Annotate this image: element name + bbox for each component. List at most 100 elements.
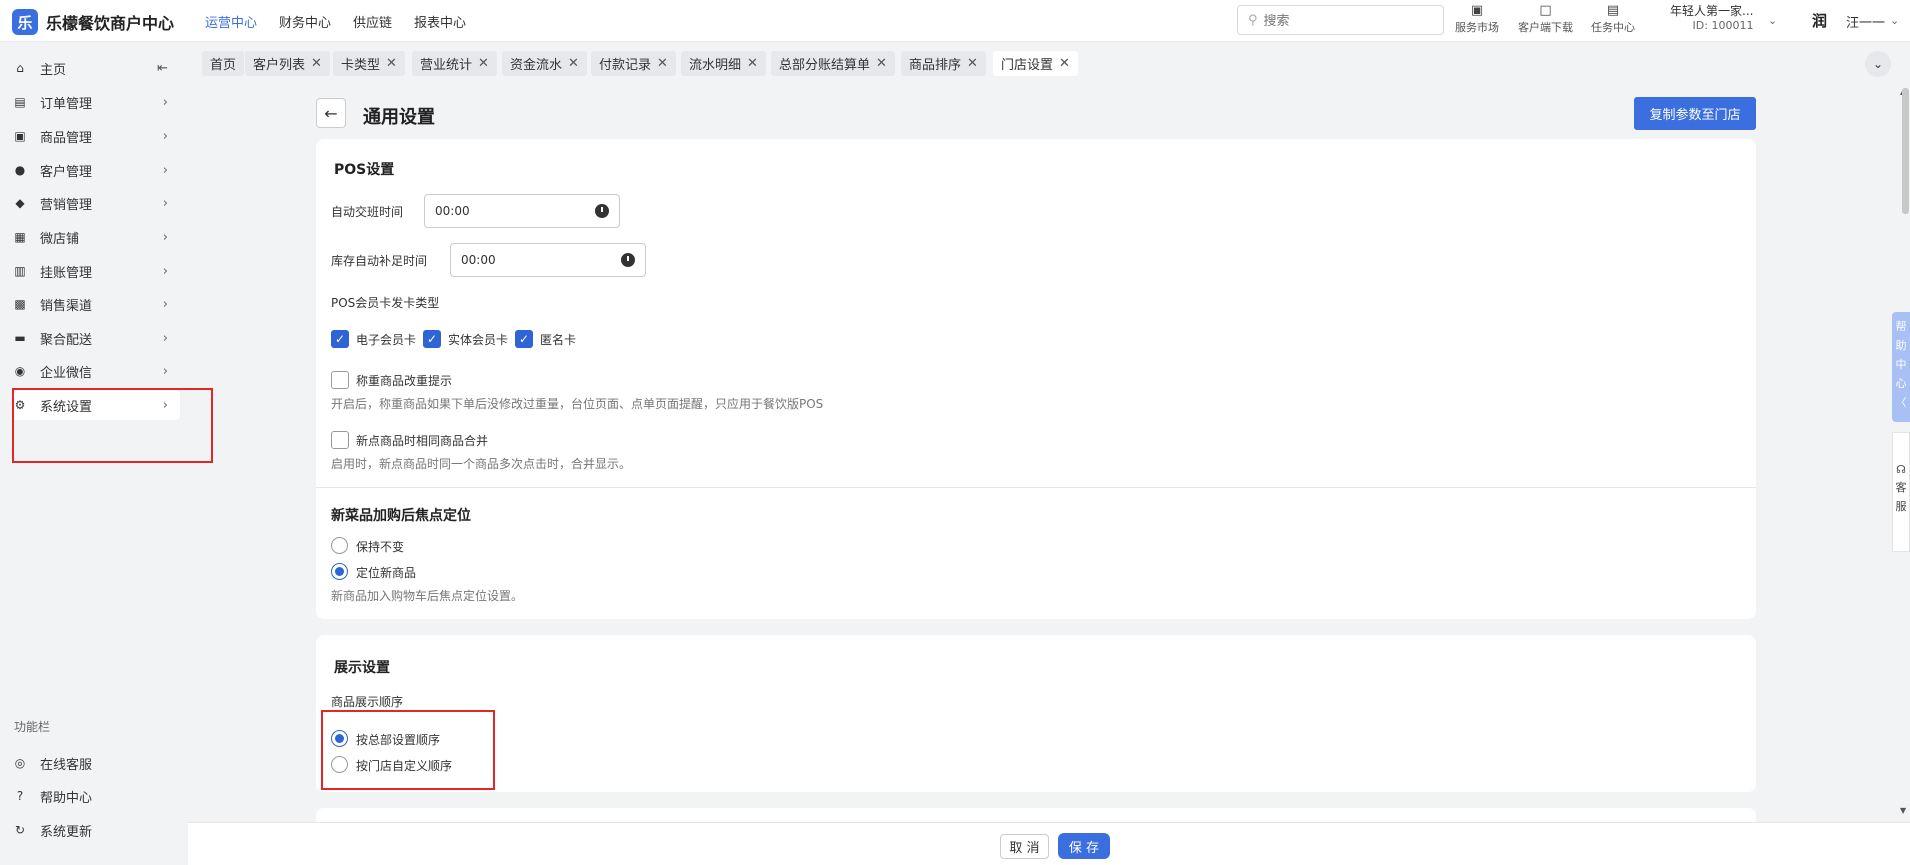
help-center-float[interactable]: 帮 助 中 心 〈 bbox=[1892, 312, 1910, 422]
sidebar-item-system-update[interactable]: ↻ 系统更新 bbox=[12, 815, 180, 845]
tab-customer-list[interactable]: 客户列表 ✕ bbox=[245, 51, 330, 76]
close-icon[interactable]: ✕ bbox=[1059, 56, 1070, 71]
user-name[interactable]: 汪一一 bbox=[1846, 12, 1885, 31]
pos-settings-card: POS设置 自动交班时间 00:00 库存自动补足时间 00:00 POS会员卡… bbox=[316, 139, 1756, 619]
chevron-down-icon[interactable]: ⌄ bbox=[1890, 14, 1899, 27]
close-icon[interactable]: ✕ bbox=[478, 56, 489, 71]
tag-icon: ◆ bbox=[15, 196, 25, 210]
sidebar-item-credit[interactable]: ▥ 挂账管理 › bbox=[12, 256, 180, 286]
store-switcher[interactable]: 年轻人第一家... ID: 100011 bbox=[1670, 2, 1753, 32]
sidebar-item-wecom[interactable]: ◉ 企业微信 › bbox=[12, 356, 180, 386]
chevron-right-icon: › bbox=[162, 94, 168, 110]
display-section-title: 展示设置 bbox=[334, 660, 390, 676]
cancel-button[interactable]: 取 消 bbox=[1000, 834, 1049, 859]
tabs-dropdown-button[interactable]: ⌄ bbox=[1865, 51, 1891, 77]
sidebar-item-label: 聚合配送 bbox=[40, 332, 93, 348]
scrollbar-thumb[interactable] bbox=[1902, 88, 1909, 214]
sidebar-item-label: 微店铺 bbox=[40, 231, 80, 247]
tab-goods-sort[interactable]: 商品排序 ✕ bbox=[901, 51, 986, 76]
sidebar-item-label: 在线客服 bbox=[40, 757, 93, 773]
chevron-right-icon: › bbox=[162, 229, 168, 245]
back-button[interactable]: ← bbox=[316, 98, 346, 128]
sidebar-item-marketing[interactable]: ◆ 营销管理 › bbox=[12, 188, 180, 218]
merge-same-hint: 启用时，新点商品时同一个商品多次点击时，合并显示。 bbox=[331, 457, 632, 471]
sidebar-item-goods[interactable]: ▣ 商品管理 › bbox=[12, 121, 180, 151]
sidebar-item-online-service[interactable]: ◎ 在线客服 bbox=[12, 748, 180, 778]
logo-icon: 乐 bbox=[12, 9, 38, 35]
home-icon: ⌂ bbox=[16, 61, 24, 75]
checkbox-electronic-card[interactable]: ✓ bbox=[331, 330, 349, 348]
checkbox-physical-card[interactable]: ✓ bbox=[423, 330, 441, 348]
collapse-sidebar-icon[interactable]: ⇤ bbox=[157, 61, 168, 76]
truck-icon: ▬ bbox=[14, 331, 26, 345]
tab-business-stats[interactable]: 营业统计 ✕ bbox=[412, 51, 497, 76]
nav-ops-center[interactable]: 运营中心 bbox=[205, 12, 257, 31]
avatar[interactable]: 润 bbox=[1812, 10, 1836, 34]
sidebar-item-label: 客户管理 bbox=[40, 164, 93, 180]
chevron-down-icon: ⌄ bbox=[1872, 57, 1884, 71]
eye-icon: ◎ bbox=[14, 756, 26, 770]
merge-same-label: 新点商品时相同商品合并 bbox=[356, 434, 489, 448]
sidebar-item-sales-channels[interactable]: ▩ 销售渠道 › bbox=[12, 289, 180, 319]
float-char: 帮 bbox=[1895, 320, 1907, 333]
tool-task-center[interactable]: ▤ 任务中心 bbox=[1591, 3, 1635, 35]
checkbox-weigh-prompt[interactable] bbox=[331, 371, 349, 389]
tab-home[interactable]: 首页 bbox=[202, 51, 245, 76]
auto-shift-label: 自动交班时间 bbox=[331, 205, 404, 219]
nav-finance-center[interactable]: 财务中心 bbox=[279, 12, 331, 31]
shop-icon: ▦ bbox=[14, 230, 26, 244]
tool-client-download[interactable]: □ 客户端下载 bbox=[1518, 3, 1573, 35]
tab-fund-flow[interactable]: 资金流水 ✕ bbox=[502, 51, 587, 76]
close-icon[interactable]: ✕ bbox=[311, 56, 322, 71]
card-type-label: POS会员卡发卡类型 bbox=[331, 296, 440, 310]
sidebar-item-micro-shop[interactable]: ▦ 微店铺 › bbox=[12, 222, 180, 252]
sidebar-item-help-center[interactable]: ? 帮助中心 bbox=[12, 781, 180, 811]
nav-report-center[interactable]: 报表中心 bbox=[414, 12, 466, 31]
app-logo[interactable]: 乐 乐檬餐饮商户中心 bbox=[12, 9, 174, 35]
page-title: 通用设置 bbox=[363, 107, 435, 128]
search-input[interactable] bbox=[1263, 12, 1424, 28]
float-char: 助 bbox=[1895, 339, 1907, 352]
checkbox-merge-same[interactable] bbox=[331, 431, 349, 449]
sidebar-item-label: 主页 bbox=[40, 62, 67, 78]
checkbox-anonymous-card[interactable]: ✓ bbox=[515, 330, 533, 348]
tab-store-settings[interactable]: 门店设置 ✕ bbox=[993, 51, 1078, 76]
float-char: 服 bbox=[1895, 500, 1907, 513]
copy-to-store-button[interactable]: 复制参数至门店 bbox=[1634, 97, 1756, 130]
tool-service-market[interactable]: ▣ 服务市场 bbox=[1455, 3, 1499, 35]
sidebar-item-delivery[interactable]: ▬ 聚合配送 › bbox=[12, 323, 180, 353]
tab-card-type[interactable]: 卡类型 ✕ bbox=[333, 51, 405, 76]
clock-icon bbox=[621, 253, 635, 267]
chevron-right-icon: › bbox=[162, 195, 168, 211]
auto-shift-time-picker[interactable]: 00:00 bbox=[424, 194, 620, 228]
search-box[interactable]: ⚲ bbox=[1237, 5, 1444, 35]
locate-new-label: 定位新商品 bbox=[356, 566, 417, 580]
radio-locate-new[interactable] bbox=[331, 563, 348, 580]
close-icon[interactable]: ✕ bbox=[386, 56, 397, 71]
close-icon[interactable]: ✕ bbox=[568, 56, 579, 71]
tab-flow-detail[interactable]: 流水明细 ✕ bbox=[681, 51, 766, 76]
tab-label: 门店设置 bbox=[1001, 58, 1054, 73]
tab-payment-records[interactable]: 付款记录 ✕ bbox=[591, 51, 676, 76]
save-button[interactable]: 保 存 bbox=[1058, 833, 1110, 859]
sidebar-item-orders[interactable]: ▤ 订单管理 › bbox=[12, 87, 180, 117]
top-bar: 乐 乐檬餐饮商户中心 运营中心 财务中心 供应链 报表中心 ⚲ ▣ 服务市场 □… bbox=[0, 0, 1910, 42]
sidebar-item-label: 销售渠道 bbox=[40, 298, 93, 314]
close-icon[interactable]: ✕ bbox=[876, 56, 887, 71]
sidebar-item-home[interactable]: ⌂ 主页 ⇤ bbox=[12, 53, 180, 83]
nav-supply-chain[interactable]: 供应链 bbox=[353, 12, 392, 31]
tool-label: 客户端下载 bbox=[1518, 21, 1573, 34]
store-icon: ▣ bbox=[1470, 3, 1484, 18]
stock-refill-label: 库存自动补足时间 bbox=[331, 254, 428, 268]
tab-hq-settlement[interactable]: 总部分账结算单 ✕ bbox=[771, 51, 895, 76]
tab-label: 总部分账结算单 bbox=[779, 58, 871, 73]
close-icon[interactable]: ✕ bbox=[747, 56, 758, 71]
close-icon[interactable]: ✕ bbox=[657, 56, 668, 71]
chevron-down-icon[interactable]: ⌄ bbox=[1768, 14, 1777, 27]
customer-service-float[interactable]: ☊ 客 服 bbox=[1892, 432, 1910, 552]
stock-refill-time-picker[interactable]: 00:00 bbox=[450, 243, 646, 277]
radio-keep-unchanged[interactable] bbox=[331, 537, 348, 554]
sidebar-item-customers[interactable]: ● 客户管理 › bbox=[12, 155, 180, 185]
close-icon[interactable]: ✕ bbox=[967, 56, 978, 71]
scroll-down-arrow[interactable]: ▼ bbox=[1900, 806, 1906, 815]
